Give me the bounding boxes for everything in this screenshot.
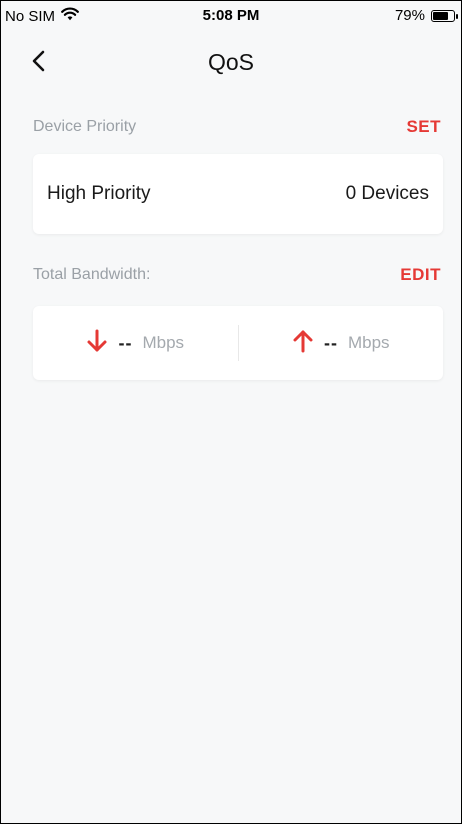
arrow-down-icon bbox=[86, 329, 108, 358]
bandwidth-card: -- Mbps -- Mbps bbox=[33, 306, 443, 380]
upload-unit: Mbps bbox=[347, 333, 390, 352]
battery-icon bbox=[431, 9, 458, 22]
high-priority-row[interactable]: High Priority 0 Devices bbox=[33, 154, 443, 234]
download-value: -- bbox=[118, 332, 133, 353]
upload-value: -- bbox=[323, 332, 338, 353]
app-screen: No SIM 5:08 PM 79% QoS Device Priority S… bbox=[0, 0, 462, 824]
high-priority-label: High Priority bbox=[47, 183, 151, 204]
upload-bandwidth: -- Mbps bbox=[239, 329, 444, 358]
battery-percent: 79% bbox=[394, 7, 425, 24]
download-unit: Mbps bbox=[142, 333, 185, 352]
total-bandwidth-label: Total Bandwidth: bbox=[33, 266, 151, 283]
nav-bar: QoS bbox=[1, 35, 461, 91]
battery-fill bbox=[433, 11, 448, 20]
download-bandwidth: -- Mbps bbox=[33, 329, 238, 358]
device-priority-header: Device Priority SET bbox=[33, 117, 441, 137]
arrow-up-icon bbox=[292, 329, 314, 358]
edit-button[interactable]: EDIT bbox=[400, 265, 441, 285]
high-priority-device-count: 0 Devices bbox=[345, 183, 429, 204]
total-bandwidth-header: Total Bandwidth: EDIT bbox=[33, 265, 441, 285]
battery-status: 79% bbox=[394, 7, 458, 24]
set-button[interactable]: SET bbox=[406, 117, 441, 137]
device-priority-label: Device Priority bbox=[33, 118, 137, 135]
status-bar: No SIM 5:08 PM 79% bbox=[1, 1, 461, 31]
status-time: 5:08 PM bbox=[202, 7, 260, 24]
page-title: QoS bbox=[207, 49, 255, 75]
